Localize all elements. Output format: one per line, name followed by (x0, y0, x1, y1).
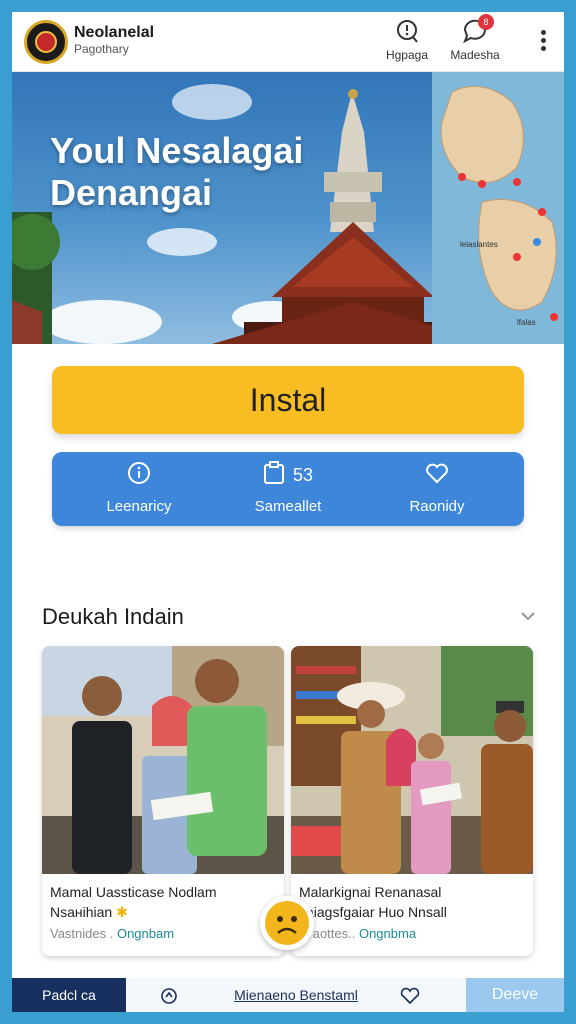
feedback-button[interactable] (260, 896, 314, 950)
stat-label-1: Leenaricy (106, 498, 172, 515)
clipboard-icon (263, 460, 285, 490)
card-title-2: Malarkignai Renanasal tiaiagsfgaiar Huo … (291, 874, 533, 922)
emblem-logo[interactable] (24, 20, 68, 64)
search-label: Hgpaga (385, 48, 429, 62)
stat-value-2: 53 (292, 464, 314, 485)
hero-title: Youl Nesalagai Denangai (50, 130, 350, 214)
brand-title: Neolanelal (74, 24, 155, 41)
hero-banner: lelaslantes lfalas Youl Nesalagai Denang… (12, 72, 564, 344)
heart-outline-icon[interactable] (400, 987, 420, 1005)
emblem-center (35, 31, 57, 53)
sad-face-icon (265, 901, 309, 945)
community-card-2[interactable]: Malarkignai Renanasal tiaiagsfgaiar Huo … (291, 646, 533, 956)
card-meta-1-link[interactable]: Ongnbam (117, 926, 174, 941)
stat-item-2[interactable]: 53 Sameallet (223, 460, 353, 515)
bottom-left-tab[interactable]: Padcl ca (12, 978, 126, 1012)
card-meta-1: Vastnides . Ongnbam (42, 922, 284, 945)
card-title-1: Mamal Uassticase Nodlam Nsaнihian ✱ (42, 874, 284, 922)
home-icon[interactable] (160, 987, 178, 1005)
star-icon: ✱ (116, 904, 128, 920)
bottom-bar: Padcl ca Mienaeno Benstaml Deeve (12, 978, 564, 1012)
app-frame: Neolanelal Pagothary Hgpaga 8 Madesha le… (12, 12, 564, 1012)
hero-title-line2: Denangai (50, 172, 213, 213)
section-title: Deukah Indain (42, 604, 184, 629)
card-photo-1 (42, 646, 284, 874)
card-meta-2: Draottes.. Ongnbma (291, 922, 533, 945)
card-title-2-line1: Malarkignai Renanasal (299, 884, 442, 900)
more-vertical-icon[interactable] (536, 28, 550, 56)
map-label-2: lfalas (517, 318, 536, 327)
stat-item-3[interactable]: Raonidy (372, 462, 502, 515)
app-header: Neolanelal Pagothary Hgpaga 8 Madesha (12, 12, 564, 72)
card-title-1-line1: Mamal Uassticase Nodlam (50, 884, 217, 900)
chat-icon: 8 (462, 14, 494, 44)
bottom-right-button[interactable]: Deeve (466, 978, 564, 1012)
notification-badge: 8 (478, 14, 494, 30)
stat-item-1[interactable]: Leenaricy (74, 461, 204, 515)
brand: Neolanelal Pagothary (74, 24, 154, 56)
stat-label-3: Raonidy (409, 498, 465, 515)
chevron-down-icon[interactable] (520, 608, 536, 624)
info-icon (127, 461, 151, 490)
search-icon (394, 18, 420, 44)
card-title-1-line2: Nsaнihian ✱ (50, 902, 276, 922)
card-title-2-line2: tiaiagsfgaiar Huo Nnsall (299, 904, 447, 920)
community-card-1[interactable]: Mamal Uassticase Nodlam Nsaнihian ✱ Vast… (42, 646, 284, 956)
card-meta-2-link[interactable]: Ongnbma (359, 926, 416, 941)
stats-bar: Leenaricy 53 Sameallet Raonidy (52, 452, 524, 526)
map-label-1: lelaslantes (460, 240, 498, 249)
hero-title-line1: Youl Nesalagai (50, 130, 304, 171)
card-meta-1-text: Vastnides . (50, 926, 117, 941)
brand-subtitle: Pagothary (74, 42, 129, 56)
messages-label: Madesha (450, 48, 500, 62)
card-photo-2 (291, 646, 533, 874)
card-title-1-line2-text: Nsaнihian (50, 904, 113, 920)
heart-icon (425, 462, 449, 489)
install-button[interactable]: Instal (52, 366, 524, 434)
stat-label-2: Sameallet (254, 498, 322, 515)
search-button[interactable]: Hgpaga (372, 18, 442, 62)
messages-button[interactable]: 8 Madesha (440, 14, 510, 62)
